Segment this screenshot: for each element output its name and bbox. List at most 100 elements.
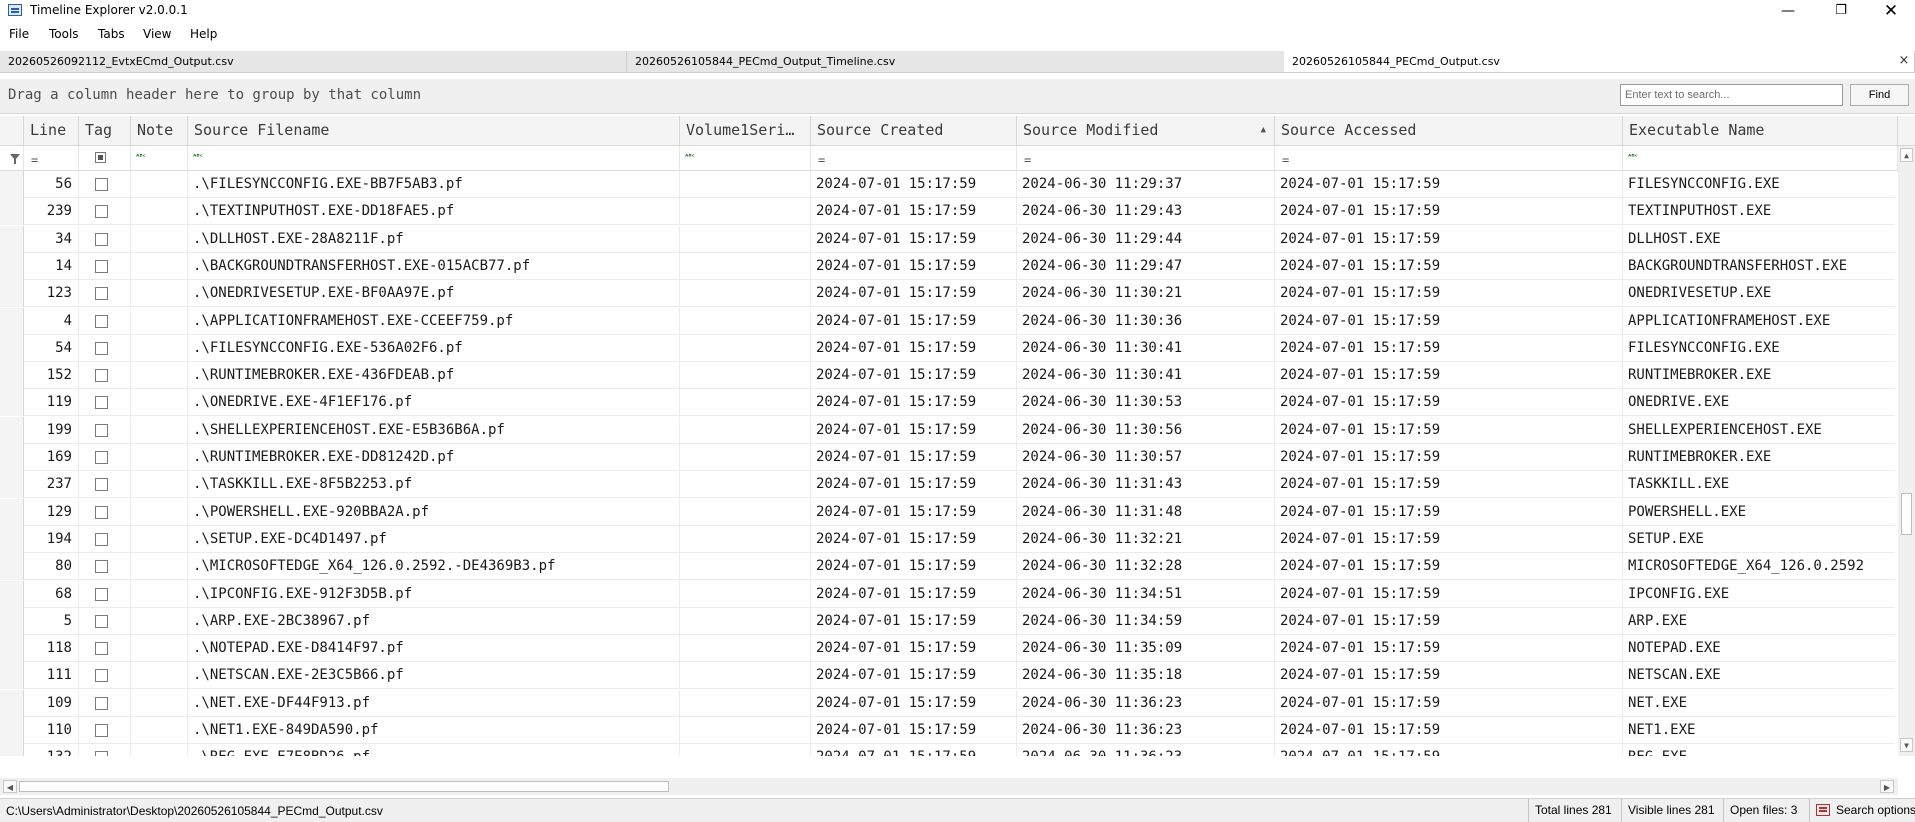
cell-source-accessed[interactable]: 2024-07-01 15:17:59	[1275, 308, 1623, 335]
cell-note[interactable]	[131, 253, 188, 280]
cell-tag[interactable]	[79, 717, 131, 744]
tag-checkbox[interactable]	[95, 560, 108, 573]
cell-tag[interactable]	[79, 635, 131, 662]
row-indicator[interactable]	[0, 744, 24, 756]
cell-source-created[interactable]: 2024-07-01 15:17:59	[811, 171, 1017, 198]
cell-volume1-serial[interactable]	[680, 608, 811, 635]
cell-volume1-serial[interactable]	[680, 690, 811, 717]
cell-executable-name[interactable]: POWERSHELL.EXE	[1623, 499, 1895, 526]
tag-checkbox[interactable]	[95, 178, 108, 191]
cell-line[interactable]: 123	[24, 280, 79, 307]
cell-tag[interactable]	[79, 253, 131, 280]
cell-line[interactable]: 111	[24, 662, 79, 689]
cell-tag[interactable]	[79, 662, 131, 689]
filter-cell-line[interactable]: =	[24, 146, 79, 170]
cell-executable-name[interactable]: NET1.EXE	[1623, 717, 1895, 744]
cell-executable-name[interactable]: DLLHOST.EXE	[1623, 226, 1895, 253]
cell-source-accessed[interactable]: 2024-07-01 15:17:59	[1275, 499, 1623, 526]
cell-volume1-serial[interactable]	[680, 717, 811, 744]
cell-executable-name[interactable]: NETSCAN.EXE	[1623, 662, 1895, 689]
row-indicator[interactable]	[0, 362, 24, 389]
cell-executable-name[interactable]: FILESYNCCONFIG.EXE	[1623, 171, 1895, 198]
cell-source-created[interactable]: 2024-07-01 15:17:59	[811, 362, 1017, 389]
cell-source-modified[interactable]: 2024-06-30 11:35:09	[1017, 635, 1275, 662]
cell-note[interactable]	[131, 553, 188, 580]
cell-note[interactable]	[131, 362, 188, 389]
column-header-source-created[interactable]: Source Created	[811, 116, 1017, 145]
cell-line[interactable]: 80	[24, 553, 79, 580]
column-header-source-modified[interactable]: Source Modified ▲	[1017, 116, 1275, 145]
cell-note[interactable]	[131, 499, 188, 526]
cell-tag[interactable]	[79, 581, 131, 608]
cell-executable-name[interactable]: NOTEPAD.EXE	[1623, 635, 1895, 662]
cell-line[interactable]: 237	[24, 471, 79, 498]
cell-note[interactable]	[131, 662, 188, 689]
cell-tag[interactable]	[79, 553, 131, 580]
cell-source-accessed[interactable]: 2024-07-01 15:17:59	[1275, 717, 1623, 744]
cell-executable-name[interactable]: NET.EXE	[1623, 690, 1895, 717]
tab-evtxecmd-output[interactable]: 20260526092112_EvtxECmd_Output.csv	[0, 51, 627, 72]
row-indicator[interactable]	[0, 717, 24, 744]
cell-source-created[interactable]: 2024-07-01 15:17:59	[811, 690, 1017, 717]
row-indicator[interactable]	[0, 690, 24, 717]
cell-source-created[interactable]: 2024-07-01 15:17:59	[811, 444, 1017, 471]
cell-tag[interactable]	[79, 335, 131, 362]
tag-checkbox[interactable]	[95, 260, 108, 273]
cell-source-created[interactable]: 2024-07-01 15:17:59	[811, 581, 1017, 608]
cell-line[interactable]: 169	[24, 444, 79, 471]
scroll-up-icon[interactable]: ▲	[1900, 148, 1913, 162]
cell-note[interactable]	[131, 526, 188, 553]
table-row[interactable]: 237 .\TASKKILL.EXE-8F5B2253.pf 2024-07-01 …	[0, 471, 1895, 498]
cell-line[interactable]: 110	[24, 717, 79, 744]
tab-pecmd-output[interactable]: 20260526105844_PECmd_Output.csv	[1284, 51, 1915, 72]
tab-pecmd-output-timeline[interactable]: 20260526105844_PECmd_Output_Timeline.csv	[627, 51, 1290, 72]
column-header-source-accessed[interactable]: Source Accessed	[1275, 116, 1623, 145]
row-indicator[interactable]	[0, 226, 24, 253]
cell-source-created[interactable]: 2024-07-01 15:17:59	[811, 553, 1017, 580]
cell-note[interactable]	[131, 717, 188, 744]
cell-line[interactable]: 14	[24, 253, 79, 280]
close-window-button[interactable]: ✕	[1868, 0, 1914, 22]
row-indicator[interactable]	[0, 308, 24, 335]
cell-note[interactable]	[131, 608, 188, 635]
cell-volume1-serial[interactable]	[680, 526, 811, 553]
cell-source-created[interactable]: 2024-07-01 15:17:59	[811, 308, 1017, 335]
tag-checkbox[interactable]	[95, 724, 108, 737]
table-row[interactable]: 119 .\ONEDRIVE.EXE-4F1EF176.pf 2024-07-01 …	[0, 389, 1895, 416]
filter-cell-note[interactable]: ᴬᴮᶜ	[131, 146, 188, 170]
cell-note[interactable]	[131, 226, 188, 253]
cell-tag[interactable]	[79, 444, 131, 471]
cell-line[interactable]: 34	[24, 226, 79, 253]
cell-executable-name[interactable]: APPLICATIONFRAMEHOST.EXE	[1623, 308, 1895, 335]
cell-source-modified[interactable]: 2024-06-30 11:30:36	[1017, 308, 1275, 335]
cell-source-created[interactable]: 2024-07-01 15:17:59	[811, 635, 1017, 662]
close-tab-icon[interactable]: ×	[1897, 53, 1911, 69]
menu-tabs[interactable]: Tabs	[98, 27, 125, 41]
tag-checkbox[interactable]	[95, 751, 108, 756]
cell-volume1-serial[interactable]	[680, 389, 811, 416]
cell-volume1-serial[interactable]	[680, 280, 811, 307]
cell-source-created[interactable]: 2024-07-01 15:17:59	[811, 389, 1017, 416]
cell-source-modified[interactable]: 2024-06-30 11:36:23	[1017, 744, 1275, 756]
cell-line[interactable]: 5	[24, 608, 79, 635]
cell-source-modified[interactable]: 2024-06-30 11:30:53	[1017, 389, 1275, 416]
menu-help[interactable]: Help	[190, 27, 217, 41]
cell-source-modified[interactable]: 2024-06-30 11:29:44	[1017, 226, 1275, 253]
cell-tag[interactable]	[79, 280, 131, 307]
cell-source-created[interactable]: 2024-07-01 15:17:59	[811, 417, 1017, 444]
group-by-panel[interactable]: Drag a column header here to group by th…	[0, 79, 1915, 114]
table-row[interactable]: 4 .\APPLICATIONFRAMEHOST.EXE-CCEEF759.pf 2…	[0, 308, 1895, 335]
table-row[interactable]: 132 .\REG.EXE-E7E8BD26.pf 2024-07-01 15:17…	[0, 744, 1895, 756]
cell-source-accessed[interactable]: 2024-07-01 15:17:59	[1275, 362, 1623, 389]
cell-line[interactable]: 56	[24, 171, 79, 198]
cell-tag[interactable]	[79, 389, 131, 416]
cell-volume1-serial[interactable]	[680, 226, 811, 253]
tag-checkbox[interactable]	[95, 451, 108, 464]
cell-tag[interactable]	[79, 362, 131, 389]
cell-source-filename[interactable]: .\FILESYNCCONFIG.EXE-536A02F6.pf	[188, 335, 680, 362]
cell-source-filename[interactable]: .\RUNTIMEBROKER.EXE-DD81242D.pf	[188, 444, 680, 471]
cell-source-filename[interactable]: .\FILESYNCCONFIG.EXE-BB7F5AB3.pf	[188, 171, 680, 198]
cell-source-filename[interactable]: .\ONEDRIVE.EXE-4F1EF176.pf	[188, 389, 680, 416]
row-indicator[interactable]	[0, 198, 24, 225]
table-row[interactable]: 54 .\FILESYNCCONFIG.EXE-536A02F6.pf 2024-0…	[0, 335, 1895, 362]
